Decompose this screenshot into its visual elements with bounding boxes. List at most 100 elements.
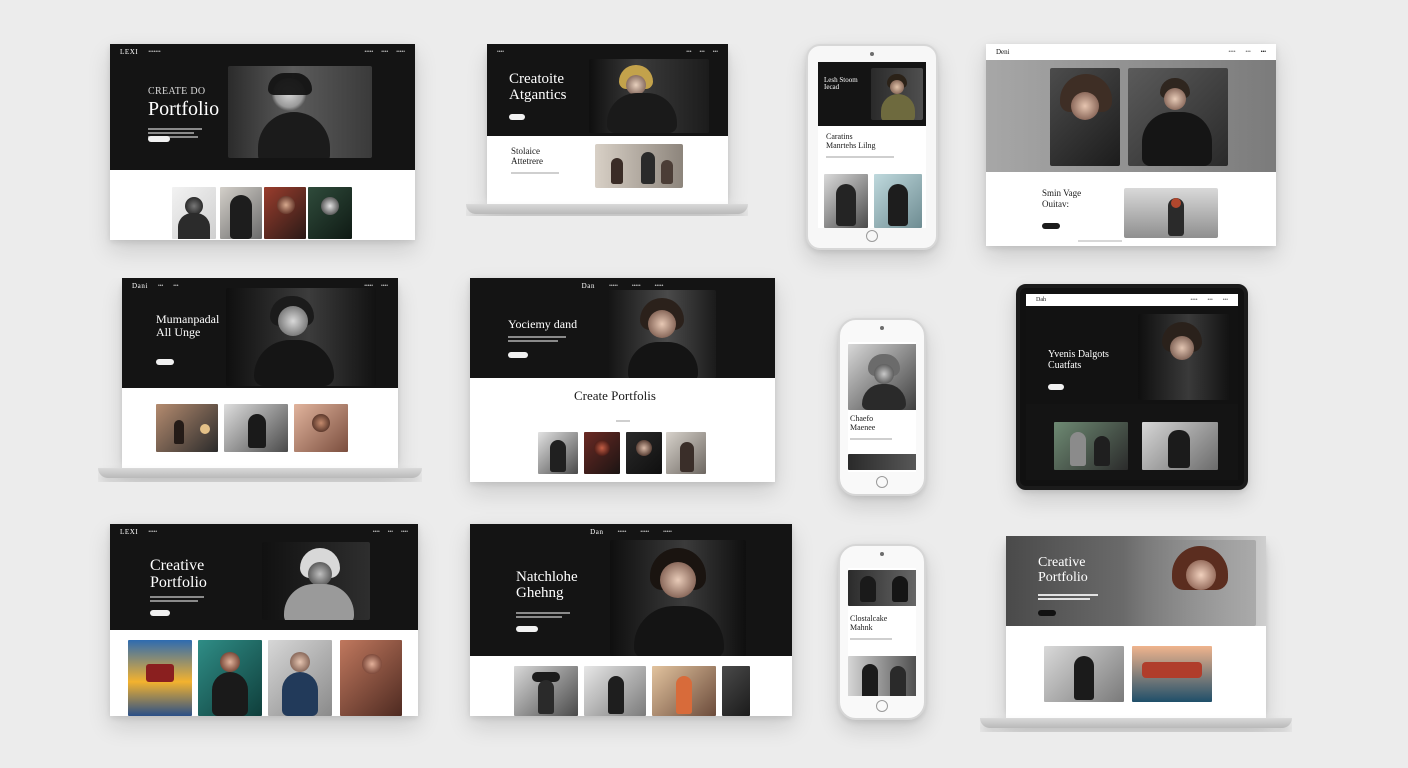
- nav-links: •••• ••• •••: [1190, 297, 1228, 303]
- gallery-section: [122, 388, 398, 468]
- nav-link-work[interactable]: ••••: [381, 49, 388, 55]
- cta-button[interactable]: [509, 114, 525, 120]
- gallery-thumb-2[interactable]: [198, 640, 262, 716]
- nav-link[interactable]: •••: [1207, 297, 1212, 303]
- gallery-thumb-1[interactable]: [172, 187, 216, 239]
- nav-link[interactable]: •••: [1261, 49, 1266, 55]
- nav-link[interactable]: •••: [388, 529, 393, 535]
- hero-photo-right[interactable]: [1128, 68, 1228, 166]
- cta-button[interactable]: [508, 352, 528, 358]
- gallery-thumb-1[interactable]: [824, 174, 868, 228]
- section-title-line1: Smin Vage: [1042, 188, 1082, 198]
- phone-camera: [880, 552, 884, 556]
- brand-logo[interactable]: LEXI: [120, 528, 138, 536]
- bottom-photo[interactable]: [848, 656, 916, 696]
- thumb-face: [312, 414, 330, 432]
- hero-photo-left[interactable]: [1050, 68, 1120, 166]
- cta-button[interactable]: [1042, 223, 1060, 229]
- gallery-thumb-1[interactable]: [1054, 422, 1128, 470]
- gallery-thumb-2[interactable]: [584, 666, 646, 716]
- gallery-thumb-3[interactable]: [626, 432, 662, 474]
- gallery-thumb-1[interactable]: [1044, 646, 1124, 702]
- cta-button[interactable]: [516, 626, 538, 632]
- nav-link[interactable]: •••••: [148, 529, 157, 535]
- nav-link-about[interactable]: •••••: [364, 49, 373, 55]
- portrait-body: [634, 606, 724, 656]
- gallery-thumb-1[interactable]: [128, 640, 192, 716]
- nav-link[interactable]: ••••: [1190, 297, 1197, 303]
- nav-link[interactable]: ••••: [381, 283, 388, 289]
- gallery-thumb-4[interactable]: [340, 640, 402, 716]
- mockup-laptop-3: Creative Portfolio: [980, 536, 1292, 732]
- nav-link[interactable]: •••: [1223, 297, 1228, 303]
- nav-link[interactable]: •••: [158, 283, 163, 289]
- nav-link[interactable]: •••: [713, 49, 718, 55]
- nav-link[interactable]: •••: [699, 49, 704, 55]
- brand-logo[interactable]: Deni: [996, 48, 1010, 56]
- gallery-thumb[interactable]: [848, 454, 916, 470]
- cta-button[interactable]: [156, 359, 174, 365]
- gallery-thumb-4[interactable]: [722, 666, 750, 716]
- home-button[interactable]: [876, 700, 888, 712]
- hero-title-line1: Mumanpadal: [156, 312, 220, 326]
- gallery-thumb-4[interactable]: [666, 432, 706, 474]
- brand-logo[interactable]: Dan: [582, 282, 595, 290]
- nav-link[interactable]: •••: [173, 283, 178, 289]
- gallery-thumb-3[interactable]: [264, 187, 306, 239]
- nav-link[interactable]: ••••: [373, 529, 380, 535]
- nav-link[interactable]: •••: [1245, 49, 1250, 55]
- portrait-face: [1170, 336, 1194, 360]
- gallery-thumb-1[interactable]: [514, 666, 578, 716]
- hero-title-line1: Creative: [150, 557, 205, 574]
- nav-link[interactable]: •••••: [640, 529, 649, 535]
- cta-button[interactable]: [150, 610, 170, 616]
- nav-links: •••• ••• ••••: [373, 529, 408, 535]
- hero-title-line2: Cuatfats: [1048, 359, 1082, 371]
- nav-link[interactable]: •••••: [632, 283, 641, 289]
- content-photo[interactable]: [1124, 188, 1218, 238]
- brand-logo[interactable]: Dani: [132, 282, 148, 290]
- gallery-thumb-3[interactable]: [652, 666, 716, 716]
- brand-logo[interactable]: Dah: [1036, 297, 1046, 303]
- nav-link[interactable]: •••••: [663, 529, 672, 535]
- nav-link-contact[interactable]: •••••: [396, 49, 405, 55]
- section-title-line1: Caratins: [826, 132, 853, 141]
- gallery-thumb-2[interactable]: [1132, 646, 1212, 702]
- hero-photo: [1146, 540, 1256, 626]
- nav-link[interactable]: •••••••: [148, 49, 160, 55]
- tablet-camera: [870, 52, 874, 56]
- nav-link[interactable]: ••••: [401, 529, 408, 535]
- hero-headline: CREATE DO Portfolio: [148, 86, 219, 120]
- brand-logo[interactable]: Dan: [590, 528, 603, 536]
- top-nav: LEXI ••••••• ••••• •••• •••••: [110, 44, 415, 60]
- nav-link[interactable]: •••: [686, 49, 691, 55]
- gallery-thumb-2[interactable]: [220, 187, 262, 239]
- gallery-thumb-2[interactable]: [874, 174, 922, 228]
- brand-logo[interactable]: LEXI: [120, 48, 138, 56]
- nav-link[interactable]: •••••: [618, 529, 627, 535]
- hero-photo[interactable]: [848, 344, 916, 410]
- nav-link[interactable]: ••••: [497, 49, 504, 55]
- gallery-thumb-3[interactable]: [268, 640, 332, 716]
- nav-link[interactable]: •••••: [609, 283, 618, 289]
- home-button[interactable]: [866, 230, 878, 242]
- gallery-thumb-2[interactable]: [224, 404, 288, 452]
- cta-button[interactable]: [1048, 384, 1064, 390]
- nav-links: •••• ••• •••: [1228, 49, 1266, 55]
- gallery-thumb-2[interactable]: [1142, 422, 1218, 470]
- gallery-thumb-4[interactable]: [308, 187, 352, 239]
- laptop-base: [980, 718, 1292, 728]
- gallery-thumb-1[interactable]: [538, 432, 578, 474]
- gallery-thumb-2[interactable]: [584, 432, 620, 474]
- cta-button[interactable]: [148, 136, 170, 142]
- nav-link[interactable]: ••••: [1228, 49, 1235, 55]
- person-2: [641, 152, 655, 184]
- content-photo[interactable]: [595, 144, 683, 188]
- thumb-figure: [1074, 656, 1094, 700]
- home-button[interactable]: [876, 476, 888, 488]
- nav-link[interactable]: •••••: [655, 283, 664, 289]
- gallery-thumb-1[interactable]: [156, 404, 218, 452]
- gallery-thumb-3[interactable]: [294, 404, 348, 452]
- top-photo[interactable]: [848, 570, 916, 606]
- cta-button[interactable]: [1038, 610, 1056, 616]
